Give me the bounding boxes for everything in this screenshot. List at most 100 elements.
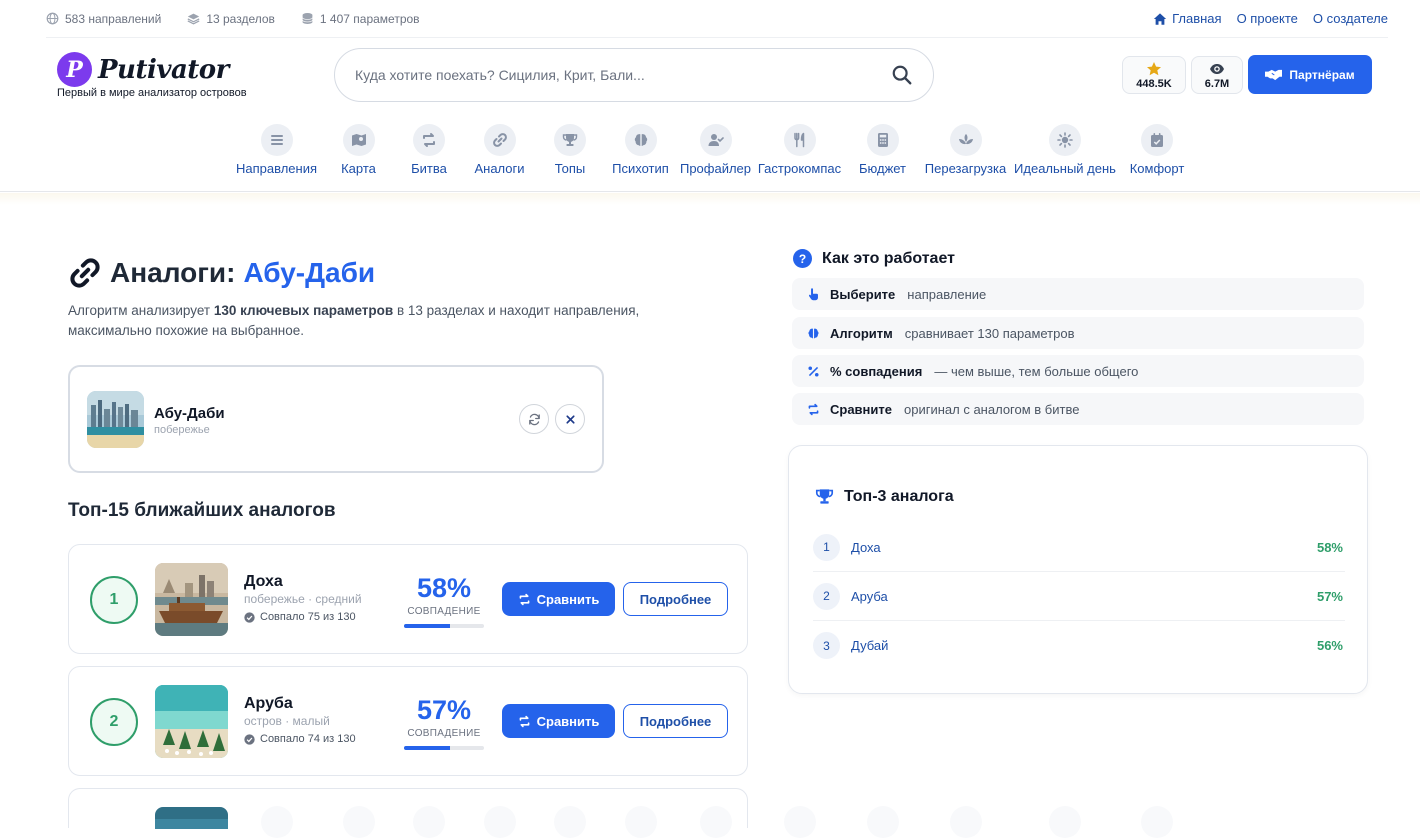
top3-percent: 56% xyxy=(1316,638,1343,653)
top-stats-bar: 583 направлений 13 разделов 1 407 параме… xyxy=(46,0,1388,38)
change-destination-button[interactable] xyxy=(519,404,549,434)
partner-button[interactable]: Партнёрам xyxy=(1248,55,1372,94)
nav-item-analogs[interactable]: Аналоги xyxy=(462,124,537,176)
bottom-nav-item-reboot[interactable]: Перезагрузка xyxy=(919,806,1012,840)
nav-item-ideal-day[interactable]: Идеальный день xyxy=(1012,124,1118,176)
how-it-works-title: ? Как это работает xyxy=(793,249,955,268)
logo[interactable]: P Putivator xyxy=(57,52,229,87)
compare-button[interactable]: Сравнить xyxy=(502,582,615,616)
result-rank: 1 xyxy=(90,576,138,624)
match-label: СОВПАДЕНИЕ xyxy=(407,606,481,617)
top3-item[interactable]: 1 Доха 58% xyxy=(813,523,1345,572)
nav-label: Направления xyxy=(235,161,318,176)
top3-rank: 1 xyxy=(813,533,840,561)
result-matched-text: Совпало 74 из 130 xyxy=(260,733,356,745)
clear-destination-button[interactable] xyxy=(555,404,585,434)
result-tags: остров · малый xyxy=(244,714,330,728)
top3-name: Доха xyxy=(851,539,881,555)
how-step-bold: Выберите xyxy=(830,286,896,302)
bottom-nav-item-comfort[interactable]: Комфорт xyxy=(1118,806,1196,840)
nav-label: Психотип xyxy=(612,161,669,176)
city-skyline-image xyxy=(87,391,144,448)
result-rank: 2 xyxy=(90,698,138,746)
nav-item-battle[interactable]: Битва xyxy=(396,124,462,176)
nav-psychotype-icon-wrap xyxy=(624,124,657,156)
nav-gastro-icon-wrap xyxy=(783,124,816,156)
nav-item-psychotype[interactable]: Психотип xyxy=(603,124,678,176)
nav-item-budget[interactable]: Бюджет xyxy=(846,124,919,176)
nav-label: Битва xyxy=(411,161,447,176)
how-step: Алгоритм сравнивает 130 параметров xyxy=(792,317,1364,349)
how-step: Сравните оригинал с аналогом в битве xyxy=(792,393,1364,425)
bottom-nav-item-profiler[interactable]: Профайлер xyxy=(678,806,753,840)
bottom-nav-circle xyxy=(949,806,982,838)
about-author-link[interactable]: О создателе xyxy=(1313,11,1388,26)
views-chip[interactable]: 6.7M xyxy=(1191,56,1243,94)
search-icon[interactable] xyxy=(891,64,913,86)
bottom-nav-circle xyxy=(866,806,899,838)
home-link-label: Главная xyxy=(1172,11,1222,26)
match-percent: 57% xyxy=(416,695,472,725)
swap-icon xyxy=(423,133,435,147)
top3-item[interactable]: 2 Аруба 57% xyxy=(813,572,1345,621)
how-title-text: Как это работает xyxy=(822,249,955,267)
match-progress-bar xyxy=(404,746,484,750)
details-button[interactable]: Подробнее xyxy=(623,704,728,738)
home-link[interactable]: Главная xyxy=(1153,11,1222,26)
bottom-nav-item-battle[interactable]: Битва xyxy=(396,806,462,840)
globe-icon xyxy=(46,12,59,25)
rating-chip[interactable]: 448.5K xyxy=(1122,56,1186,94)
nav-item-tops[interactable]: Топы xyxy=(537,124,603,176)
nav-comfort-icon-wrap xyxy=(1141,124,1173,156)
bottom-nav-item-psychotype[interactable]: Психотип xyxy=(603,806,678,840)
results-title: Топ-15 ближайших аналогов xyxy=(68,500,336,521)
logo-text: Putivator xyxy=(98,54,229,85)
bottom-nav-item-budget[interactable]: Бюджет xyxy=(846,806,919,840)
nav-item-gastrocompass[interactable]: Гастрокомпас xyxy=(753,124,846,176)
nav-items: Направления Карта Битва Аналоги Топы Пси… xyxy=(232,124,1196,176)
top3-rank: 3 xyxy=(813,632,840,659)
bottom-nav-item-directions[interactable]: Направления xyxy=(232,806,321,840)
result-name[interactable]: Аруба xyxy=(244,695,293,713)
nav-map-icon-wrap xyxy=(342,124,375,156)
list-icon xyxy=(270,135,283,145)
nav-item-directions[interactable]: Направления xyxy=(232,124,321,176)
match-progress-fill xyxy=(404,624,451,628)
compare-button[interactable]: Сравнить xyxy=(502,704,615,738)
question-icon: ? xyxy=(793,249,812,268)
layers-icon xyxy=(187,13,200,25)
bottom-nav-circle xyxy=(413,806,445,838)
bottom-nav-circle xyxy=(483,806,516,838)
bottom-nav-circle xyxy=(783,806,816,838)
link-icon xyxy=(492,133,507,147)
nav-battle-icon-wrap xyxy=(413,124,445,156)
nav-label: Бюджет xyxy=(858,161,907,176)
close-icon xyxy=(565,414,575,424)
result-name[interactable]: Доха xyxy=(244,573,283,591)
nav-item-map[interactable]: Карта xyxy=(321,124,396,176)
check-circle-icon xyxy=(244,733,255,745)
nav-label: Идеальный день xyxy=(1014,161,1116,176)
selected-destination-photo xyxy=(87,391,144,448)
bottom-nav-item-tops[interactable]: Топы xyxy=(537,806,603,840)
calendar-icon xyxy=(1151,133,1163,147)
bottom-nav-item-ideal-day[interactable]: Идеальный день xyxy=(1012,806,1118,840)
bottom-nav-item-gastrocompass[interactable]: Гастрокомпас xyxy=(753,806,846,840)
stat-destinations-text: 583 направлений xyxy=(65,11,162,26)
nav-budget-icon-wrap xyxy=(866,124,899,156)
how-step: Выберите направление xyxy=(792,278,1364,310)
bottom-nav-item-analogs[interactable]: Аналоги xyxy=(462,806,537,840)
nav-item-comfort[interactable]: Комфорт xyxy=(1118,124,1196,176)
bottom-nav-item-map[interactable]: Карта xyxy=(321,806,396,840)
nav-item-profiler[interactable]: Профайлер xyxy=(678,124,753,176)
details-button[interactable]: Подробнее xyxy=(623,582,728,616)
stat-destinations: 583 направлений xyxy=(46,12,161,26)
bottom-nav-circle xyxy=(699,806,732,838)
about-project-link[interactable]: О проекте xyxy=(1237,11,1298,26)
result-card: 2 Аруба остров · малый Совпало 74 из 130… xyxy=(68,666,748,776)
search-input[interactable] xyxy=(355,67,891,83)
nav-item-reboot[interactable]: Перезагрузка xyxy=(919,124,1012,176)
bottom-nav-circle xyxy=(554,806,586,838)
how-step-text: сравнивает 130 параметров xyxy=(904,325,1075,341)
top3-item[interactable]: 3 Дубай 56% xyxy=(813,621,1345,670)
